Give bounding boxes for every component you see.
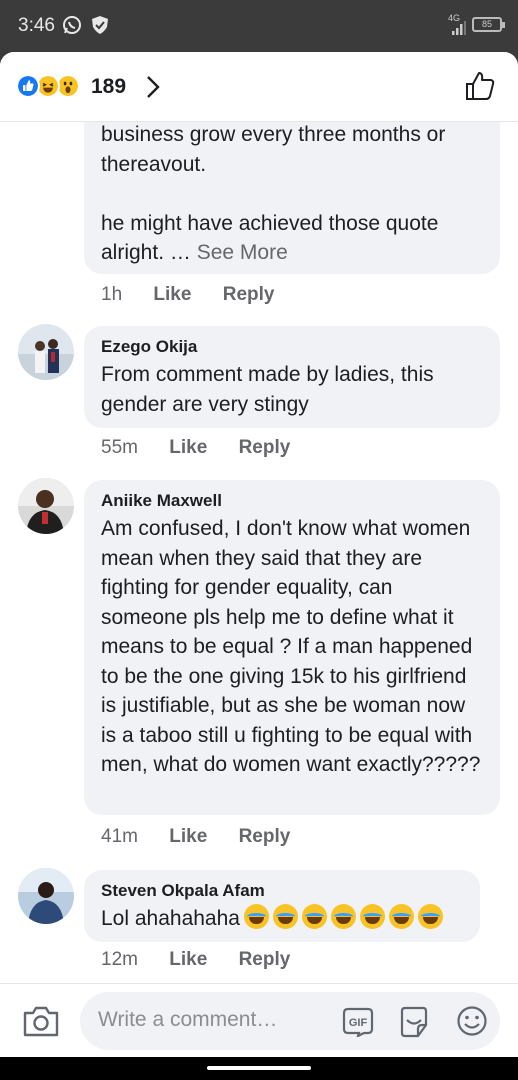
- like-button[interactable]: Like: [169, 949, 207, 970]
- laughing-emoji-icon: [330, 904, 356, 929]
- home-indicator[interactable]: [207, 1066, 311, 1070]
- system-nav-bar: [0, 1057, 518, 1080]
- shield-icon: [92, 16, 108, 34]
- comment-bubble[interactable]: business grow every three months or ther…: [84, 102, 500, 274]
- whatsapp-icon: [63, 16, 81, 34]
- comment-time: 55m: [101, 437, 138, 458]
- reaction-count[interactable]: 189: [91, 75, 126, 99]
- gif-icon[interactable]: GIF: [342, 1007, 374, 1037]
- sticker-icon[interactable]: [398, 1005, 430, 1039]
- like-button[interactable]: Like: [153, 284, 191, 305]
- avatar[interactable]: [18, 868, 74, 924]
- laughing-emoji-icon: [272, 904, 298, 929]
- reactions-header: 189: [0, 52, 518, 122]
- comment-composer: GIF: [0, 983, 518, 1057]
- laughing-emoji-icon: [301, 904, 327, 929]
- comment-author[interactable]: Aniike Maxwell: [101, 490, 483, 512]
- reply-button[interactable]: Reply: [223, 284, 275, 305]
- comment-text: business grow every three months or ther…: [101, 123, 446, 264]
- comment-time: 1h: [101, 284, 123, 305]
- gif-label: GIF: [349, 1017, 368, 1029]
- comment-time: 12m: [101, 949, 138, 970]
- laughing-emoji-group: [240, 904, 443, 930]
- battery-icon: 85: [472, 17, 505, 32]
- comment-bubble[interactable]: Aniike Maxwell Am confused, I don't know…: [84, 480, 500, 815]
- laughing-emoji-icon: [388, 904, 414, 929]
- see-more-link[interactable]: See More: [197, 241, 288, 264]
- emoji-icon[interactable]: [456, 1005, 488, 1037]
- comment-bubble[interactable]: Steven Okpala Afam Lol ahahahaha: [84, 870, 480, 942]
- comment-text: Am confused, I don't know what women mea…: [101, 517, 481, 776]
- signal-icon: [452, 21, 466, 35]
- comment-author[interactable]: Ezego Okija: [101, 336, 483, 358]
- comment-actions: 41m Like Reply: [101, 826, 316, 848]
- avatar[interactable]: [18, 324, 74, 380]
- chevron-right-icon[interactable]: [143, 74, 163, 100]
- comment-actions: 1h Like Reply: [101, 284, 300, 306]
- laughing-emoji-icon: [243, 904, 269, 929]
- comment-bubble[interactable]: Ezego Okija From comment made by ladies,…: [84, 326, 500, 428]
- comment-field[interactable]: GIF: [80, 992, 500, 1050]
- status-bar: 3:46 4G 85: [0, 0, 518, 52]
- reply-button[interactable]: Reply: [239, 949, 291, 970]
- camera-icon[interactable]: [22, 1004, 60, 1038]
- comment-actions: 12m Like Reply: [101, 949, 316, 971]
- comment-author[interactable]: Steven Okpala Afam: [101, 880, 463, 902]
- reply-button[interactable]: Reply: [239, 826, 291, 847]
- like-button[interactable]: Like: [169, 826, 207, 847]
- laughing-emoji-icon: [417, 904, 443, 929]
- comment-text: Lol ahahahaha: [101, 904, 463, 934]
- comment-text: From comment made by ladies, this gender…: [101, 363, 434, 416]
- avatar[interactable]: [18, 478, 74, 534]
- comment-input[interactable]: [98, 1008, 328, 1032]
- status-time: 3:46: [18, 15, 55, 36]
- comments-sheet: 189 business grow every three months or …: [0, 52, 518, 1057]
- laughing-emoji-icon: [359, 904, 385, 929]
- reply-button[interactable]: Reply: [239, 437, 291, 458]
- comment-actions: 55m Like Reply: [101, 437, 316, 459]
- like-button[interactable]: Like: [169, 437, 207, 458]
- like-thumb-icon[interactable]: [464, 70, 496, 102]
- comment-time: 41m: [101, 826, 138, 847]
- like-reaction-icon: [16, 74, 40, 98]
